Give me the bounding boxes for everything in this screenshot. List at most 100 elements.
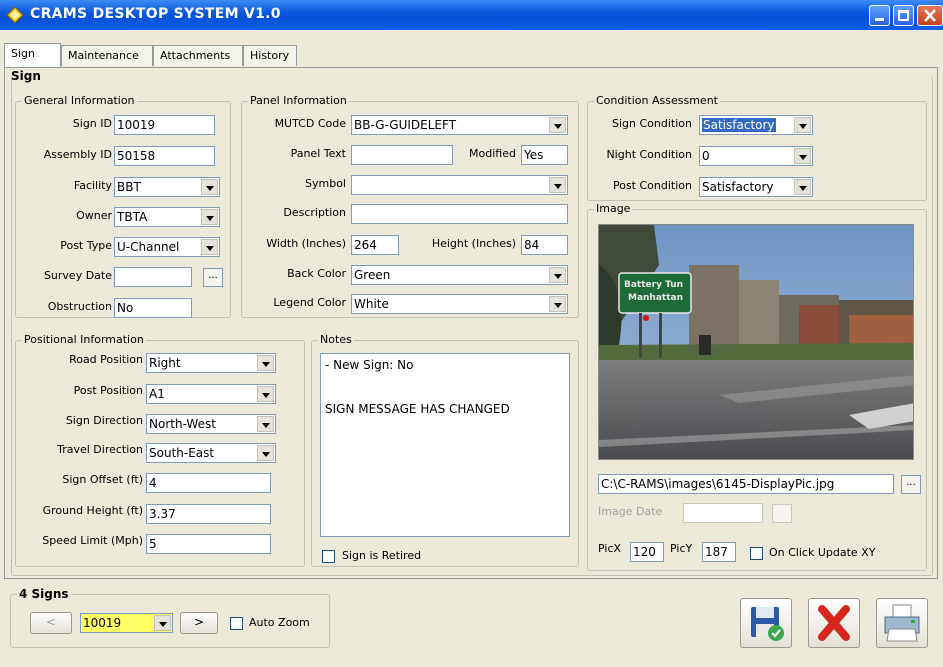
sign-offset-label: Sign Offset (ft) — [62, 473, 143, 486]
obstruction-label: Obstruction — [47, 300, 112, 313]
survey-date-picker-button[interactable]: ... — [203, 268, 223, 287]
post-position-value: A1 — [149, 387, 165, 401]
road-position-select[interactable]: Right — [146, 353, 276, 373]
sign-retired-label: Sign is Retired — [342, 549, 422, 562]
tab-history[interactable]: History — [243, 45, 297, 66]
back-color-select[interactable]: Green — [351, 265, 568, 285]
tab-attachments[interactable]: Attachments — [153, 45, 243, 66]
night-condition-value: 0 — [702, 149, 710, 163]
sign-retired-checkbox[interactable] — [322, 550, 335, 563]
mutcd-code-select[interactable]: BB-G-GUIDELEFT — [351, 115, 568, 135]
speed-limit-label: Speed Limit (Mph) — [42, 534, 143, 547]
notes-group: Notes - New Sign: No SIGN MESSAGE HAS CH… — [311, 333, 579, 567]
image-browse-button[interactable]: ... — [901, 475, 921, 494]
previous-sign-button[interactable]: < — [30, 612, 72, 634]
tab-attachments-label: Attachments — [160, 49, 231, 62]
chevron-down-icon[interactable] — [201, 239, 218, 255]
legend-color-label: Legend Color — [273, 296, 346, 309]
tab-maintenance[interactable]: Maintenance — [61, 45, 153, 66]
panel-text-label: Panel Text — [290, 147, 346, 160]
travel-direction-select[interactable]: South-East — [146, 443, 276, 463]
width-field[interactable]: 264 — [351, 235, 399, 255]
assembly-id-field[interactable]: 50158 — [114, 146, 215, 166]
facility-select[interactable]: BBT — [114, 177, 220, 197]
maximize-button[interactable] — [893, 5, 914, 26]
chevron-down-icon[interactable] — [549, 267, 566, 283]
chevron-down-icon[interactable] — [257, 386, 274, 402]
notes-textarea[interactable]: - New Sign: No SIGN MESSAGE HAS CHANGED — [320, 353, 570, 537]
sign-selector[interactable]: 10019 — [80, 613, 173, 633]
image-date-picker-button[interactable] — [772, 504, 792, 523]
close-button[interactable] — [917, 5, 943, 26]
symbol-select[interactable] — [351, 175, 568, 195]
post-position-select[interactable]: A1 — [146, 384, 276, 404]
symbol-label: Symbol — [305, 177, 346, 190]
tab-sign-label: Sign — [11, 47, 35, 60]
post-type-label: Post Type — [60, 239, 112, 252]
ground-height-label: Ground Height (ft) — [42, 504, 143, 517]
save-disk-icon — [751, 607, 784, 641]
sign-selector-value: 10019 — [83, 616, 122, 630]
picy-field[interactable]: 187 — [702, 542, 736, 562]
image-path-field[interactable]: C:\C-RAMS\images\6145-DisplayPic.jpg — [598, 474, 894, 494]
travel-direction-value: South-East — [149, 446, 215, 460]
facility-value: BBT — [117, 180, 141, 194]
sign-condition-select[interactable]: Satisfactory — [699, 115, 813, 135]
on-click-update-xy-checkbox[interactable] — [750, 547, 763, 560]
survey-date-label: Survey Date — [43, 269, 112, 282]
image-title: Image — [594, 202, 633, 215]
post-condition-label: Post Condition — [612, 179, 692, 192]
chevron-down-icon[interactable] — [794, 179, 811, 195]
tab-sign[interactable]: Sign — [4, 43, 61, 68]
chevron-down-icon[interactable] — [201, 179, 218, 195]
pic-xy-marker — [643, 315, 649, 321]
minimize-button[interactable] — [869, 5, 890, 26]
assembly-id-label: Assembly ID — [43, 148, 112, 161]
legend-color-select[interactable]: White — [351, 294, 568, 314]
survey-date-field[interactable] — [114, 267, 192, 287]
owner-select[interactable]: TBTA — [114, 207, 220, 227]
ground-height-field[interactable]: 3.37 — [146, 504, 271, 524]
chevron-down-icon[interactable] — [257, 355, 274, 371]
panel-text-field[interactable] — [351, 145, 453, 165]
chevron-down-icon[interactable] — [257, 445, 274, 461]
chevron-down-icon[interactable] — [549, 296, 566, 312]
picy-label: PicY — [670, 542, 693, 555]
post-condition-select[interactable]: Satisfactory — [699, 177, 813, 197]
road-position-value: Right — [149, 356, 181, 370]
panel-information-group: Panel Information MUTCD Code BB-G-GUIDEL… — [241, 94, 579, 318]
speed-limit-field[interactable]: 5 — [146, 534, 271, 554]
chevron-down-icon[interactable] — [549, 117, 566, 133]
chevron-down-icon[interactable] — [201, 209, 218, 225]
save-button[interactable] — [740, 598, 792, 648]
tab-history-label: History — [250, 49, 290, 62]
mutcd-code-value: BB-G-GUIDELEFT — [354, 118, 457, 132]
chevron-down-icon[interactable] — [257, 416, 274, 432]
positional-information-title: Positional Information — [22, 333, 146, 346]
cancel-button[interactable] — [808, 598, 860, 648]
chevron-down-icon[interactable] — [794, 148, 811, 164]
post-type-select[interactable]: U-Channel — [114, 237, 220, 257]
picx-field[interactable]: 120 — [630, 542, 664, 562]
owner-value: TBTA — [117, 210, 148, 224]
chevron-down-icon[interactable] — [549, 177, 566, 193]
general-information-group: General Information Sign ID 10019 Assemb… — [15, 94, 231, 318]
panel-information-title: Panel Information — [248, 94, 349, 107]
print-button[interactable] — [876, 598, 928, 648]
description-field[interactable] — [351, 204, 568, 224]
height-field[interactable]: 84 — [521, 235, 568, 255]
chevron-down-icon[interactable] — [154, 615, 171, 631]
sign-direction-select[interactable]: North-West — [146, 414, 276, 434]
modified-field[interactable]: Yes — [521, 145, 568, 165]
owner-label: Owner — [76, 209, 112, 222]
sign-id-field[interactable]: 10019 — [114, 115, 215, 135]
image-date-field[interactable] — [683, 503, 763, 523]
obstruction-field[interactable]: No — [114, 298, 192, 318]
night-condition-select[interactable]: 0 — [699, 146, 813, 166]
auto-zoom-checkbox[interactable] — [230, 617, 243, 630]
next-sign-button[interactable]: > — [180, 612, 218, 634]
chevron-down-icon[interactable] — [794, 117, 811, 133]
title-bar[interactable]: CRAMS DESKTOP SYSTEM V1.0 — [0, 0, 943, 30]
sign-offset-field[interactable]: 4 — [146, 473, 271, 493]
sign-photo[interactable]: Battery Tun Manhattan — [598, 224, 914, 460]
